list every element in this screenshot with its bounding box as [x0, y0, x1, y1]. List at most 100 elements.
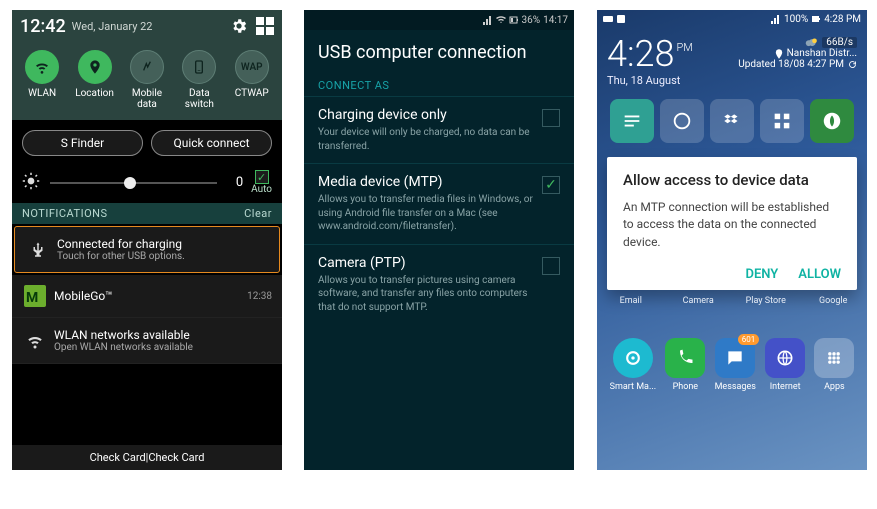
wifi-icon: [496, 15, 506, 25]
brightness-icon: [22, 172, 40, 194]
clock-ampm: PM: [676, 41, 692, 54]
notification-mobilego[interactable]: M MobileGo™ 12:38: [12, 275, 282, 318]
clock-date: Wed, January 22: [72, 20, 222, 33]
signal-icon: [483, 15, 493, 25]
brightness-value: 0: [227, 175, 243, 190]
status-time: 14:17: [543, 15, 568, 26]
auto-label: Auto: [251, 184, 272, 195]
notifications-title: NOTIFICATIONS: [22, 207, 108, 220]
dock-smart-manager[interactable]: Smart Ma...: [610, 338, 656, 392]
wifi-icon: [22, 332, 48, 350]
notif-title: WLAN networks available: [54, 328, 272, 342]
brightness-slider[interactable]: [50, 175, 217, 191]
app-tile-dropbox[interactable]: [710, 99, 754, 143]
battery-icon: [509, 15, 519, 25]
wap-icon-text: WAP: [241, 62, 263, 73]
notification-wlan[interactable]: WLAN networks availableOpen WLAN network…: [12, 318, 282, 364]
option-desc: Allows you to transfer media files in Wi…: [318, 193, 534, 234]
s-finder-button[interactable]: S Finder: [22, 130, 143, 156]
updated-text: Updated 18/08 4:27 PM: [738, 59, 844, 70]
weather-widget[interactable]: 66B/s Nanshan Distr... Updated 18/08 4:2…: [738, 36, 857, 87]
clock-date: Thu, 18 August: [607, 74, 738, 87]
folder-google[interactable]: Google: [808, 296, 858, 306]
settings-icon[interactable]: [230, 17, 248, 35]
clock-time: 12:42: [20, 16, 66, 37]
toggle-label: CTWAP: [235, 88, 269, 99]
status-bar: 36% 14:17: [304, 10, 574, 30]
sim-icon: [616, 14, 626, 24]
mtp-dialog: Allow access to device data An MTP conne…: [607, 157, 857, 290]
folder-email[interactable]: Email: [606, 296, 656, 306]
option-title: Camera (PTP): [318, 255, 534, 271]
notification-usb-charging[interactable]: Connected for chargingTouch for other US…: [14, 226, 280, 273]
notifications-header: NOTIFICATIONS Clear: [12, 203, 282, 224]
status-bar: 12:42 Wed, January 22: [12, 10, 282, 42]
refresh-icon: [848, 60, 857, 69]
brightness-row: 0 ✓Auto: [12, 166, 282, 203]
clock-widget[interactable]: 4:28PM Thu, 18 August: [607, 36, 738, 87]
toggle-data-switch[interactable]: Data switch: [173, 50, 225, 110]
folder-label-row: Email Camera Play Store Google: [597, 296, 867, 306]
allow-button[interactable]: ALLOW: [798, 267, 841, 282]
badge-count: 601: [738, 334, 760, 345]
toggle-label: WLAN: [28, 88, 56, 99]
check-card-bar[interactable]: Check Card|Check Card: [12, 445, 282, 470]
status-bar: 100% 4:28 PM: [597, 10, 867, 28]
data-rate: 66B/s: [822, 37, 857, 48]
status-time: 4:28 PM: [824, 14, 861, 25]
dock: Smart Ma... Phone 601Messages Internet A…: [597, 328, 867, 396]
home-screen-dialog: 100% 4:28 PM 4:28PM Thu, 18 August 66B/s…: [597, 10, 867, 470]
deny-button[interactable]: DENY: [745, 267, 778, 282]
dock-label: Smart Ma...: [610, 382, 656, 392]
notif-subtitle: Touch for other USB options.: [57, 251, 269, 262]
tile-grid-icon[interactable]: [256, 17, 274, 35]
battery-percent: 100%: [784, 14, 808, 25]
quick-button-row: S Finder Quick connect: [12, 120, 282, 166]
dock-label: Messages: [715, 382, 756, 392]
dialog-title: Allow access to device data: [623, 171, 841, 189]
usb-connection-settings: 36% 14:17 USB computer connection CONNEC…: [304, 10, 574, 470]
option-charging-only[interactable]: Charging device onlyYour device will onl…: [304, 96, 574, 163]
dock-label: Apps: [824, 382, 845, 392]
dock-messages[interactable]: 601Messages: [715, 338, 756, 392]
toggle-mobile-data[interactable]: Mobile data: [121, 50, 173, 110]
dock-phone[interactable]: Phone: [665, 338, 705, 392]
toggle-location[interactable]: Location: [69, 50, 121, 110]
app-row: [597, 93, 867, 147]
toggle-wlan[interactable]: WLAN: [16, 50, 68, 110]
notif-timestamp: 12:38: [247, 291, 272, 302]
battery-icon: [811, 14, 821, 24]
dock-label: Phone: [673, 382, 699, 392]
clear-notifications-button[interactable]: Clear: [244, 207, 272, 220]
dialog-body: An MTP connection will be established to…: [623, 199, 841, 251]
location-text: Nanshan Distr...: [787, 48, 857, 59]
toggle-label: Mobile data: [121, 88, 173, 110]
dock-apps[interactable]: Apps: [814, 338, 854, 392]
toggle-ctwap[interactable]: WAP CTWAP: [226, 50, 278, 110]
option-title: Media device (MTP): [318, 174, 534, 190]
brightness-auto-toggle[interactable]: ✓Auto: [251, 170, 272, 195]
location-pin-icon: [775, 49, 783, 59]
option-mtp[interactable]: Media device (MTP) Allows you to transfer…: [304, 163, 574, 244]
folder-camera[interactable]: Camera: [673, 296, 723, 306]
option-title: Charging device only: [318, 107, 534, 123]
app-tile-checklist[interactable]: [610, 99, 654, 143]
folder-playstore[interactable]: Play Store: [741, 296, 791, 306]
app-tile-grid[interactable]: [760, 99, 804, 143]
notif-subtitle: Open WLAN networks available: [54, 342, 272, 353]
dock-internet[interactable]: Internet: [765, 338, 805, 392]
toggle-label: Location: [75, 88, 114, 99]
notification-shade: 12:42 Wed, January 22 WLAN Location Mobi…: [12, 10, 282, 470]
signal-icon: [771, 14, 781, 24]
checkbox-icon[interactable]: [542, 109, 560, 127]
checkbox-icon[interactable]: [542, 257, 560, 275]
checkbox-checked-icon[interactable]: ✓: [542, 176, 560, 194]
usb-icon: [25, 241, 51, 259]
notif-title: Connected for charging: [57, 237, 269, 251]
app-tile-dial[interactable]: [660, 99, 704, 143]
app-tile-launch[interactable]: [810, 99, 854, 143]
quick-connect-button[interactable]: Quick connect: [151, 130, 272, 156]
option-ptp[interactable]: Camera (PTP)Allows you to transfer pictu…: [304, 244, 574, 325]
widget-row: 4:28PM Thu, 18 August 66B/s Nanshan Dist…: [597, 28, 867, 93]
quick-toggle-row: WLAN Location Mobile data Data switch WA…: [12, 42, 282, 120]
